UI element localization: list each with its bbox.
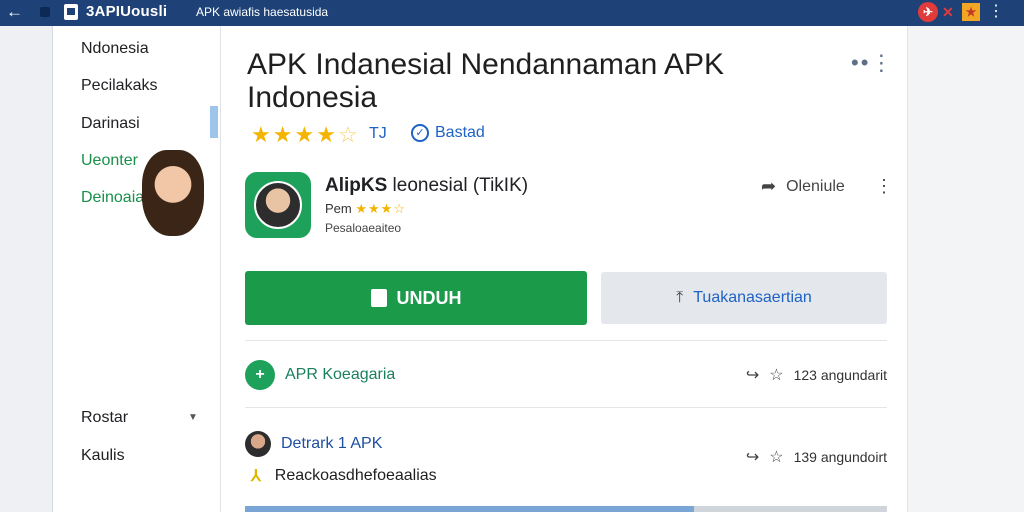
download-icon [370,289,387,307]
star-outline-icon[interactable]: ☆ [769,365,783,385]
close-icon[interactable]: ✕ [942,4,954,21]
share-icon[interactable]: ↪ [746,365,759,385]
progress-bar-fill [245,506,695,512]
star-outline-icon[interactable]: ☆ [769,447,783,467]
install-button[interactable]: UNDUH [245,271,587,325]
list-item-label: APR Koeagaria [285,366,396,383]
app-avatar [254,181,302,229]
secondary-button[interactable]: ⤒ Tuakanasaertian [601,272,887,324]
verified-label: Bastad [435,124,485,141]
page-url: APK awiafis haesatusida [196,5,329,19]
sidebar-item-5[interactable]: Deinoaia [81,189,144,207]
star-outline-icon: ☆ [337,122,360,147]
app-name-rest: leonesial (TikIK) [387,175,529,196]
page-title: APK Indanesial Nendannaman APK Indonesia [247,48,724,114]
share-label: Oleniule [786,177,845,195]
check-circle-icon: ✓ [411,124,429,142]
star-icon: ★ [316,122,338,147]
share-icon[interactable]: ↪ [746,447,759,467]
app-name: AlipKS leonesial (TikIK) [325,175,528,197]
app-detail-panel: APK Indanesial Nendannaman APK Indonesia… [220,26,908,512]
divider [245,407,887,408]
star-icon: ★ [294,122,317,147]
install-label: UNDUH [396,287,462,308]
back-arrow-icon[interactable]: ← [6,2,23,22]
share-button[interactable]: ➦ Oleniule [761,176,845,197]
download-count: 123 angundarit [793,367,887,383]
avatar [245,431,271,457]
developer-name: Pem [325,201,352,216]
right-gutter [908,26,1024,512]
sidebar-item-4[interactable]: Ueonter [81,152,138,170]
app-meta: Pesaloaeaiteo [325,221,402,235]
developer-line: Pem ★★★☆ [325,201,406,217]
sidebar-item-2[interactable]: Pecilakaks [81,77,157,95]
list-item-subtitle: ⅄ Reackoasdhefoeaalias [251,466,437,486]
kebab-menu-icon[interactable]: ⋮ [988,1,1004,21]
sidebar-item-3[interactable]: Darinasi [81,115,140,133]
verified-badge: ✓ Bastad [411,124,485,142]
chevron-down-icon[interactable]: ▼ [188,412,198,423]
list-item-stats: ↪ ☆ 139 angundoirt [746,447,887,467]
subtitle-text: Reackoasdhefoeaalias [274,467,437,484]
divider [245,340,887,341]
scrollbar-indicator[interactable] [210,106,218,138]
upload-icon: ⤒ [676,289,684,306]
secondary-label: Tuakanasaertian [693,289,812,306]
menu-icon[interactable] [40,7,50,17]
rating-badge: TJ [369,125,387,142]
app-icon [245,172,311,238]
list-item[interactable]: + APR Koeagaria ↪ ☆ 123 angundarit [245,355,887,395]
plus-icon: + [245,360,275,390]
list-item[interactable]: Detrark 1 APK ↪ ☆ 139 angundoirt [245,424,887,467]
sidebar-item-7[interactable]: Kaulis [81,447,125,465]
avatar [142,150,204,236]
sidebar-item-1[interactable]: Ndonesia [81,40,149,58]
site-brand: 3APIUousli [86,3,168,20]
sidebar: Ndonesia Pecilakaks Darinasi Ueonter Dei… [52,26,220,512]
app-logo-icon [64,4,78,20]
list-item-stats: ↪ ☆ 123 angundarit [746,365,887,385]
download-count: 139 angundoirt [793,449,887,465]
star-icon: ★ [272,122,295,147]
more-options-icon[interactable]: ••⋮ [851,50,894,76]
browser-topbar: ← 3APIUousli APK awiafis haesatusida ✈ ✕… [0,0,1024,26]
star-icon: ★★★☆ [355,201,406,216]
notification-badge-icon[interactable]: ✈ [918,2,938,22]
progress-bar [245,506,887,512]
star-icon: ★ [251,122,273,147]
sidebar-item-6[interactable]: Rostar [81,409,128,427]
kebab-menu-icon[interactable]: ⋮ [875,176,893,197]
app-name-bold: AlipKS [325,175,388,196]
share-icon: ➦ [761,176,777,196]
key-icon: ⅄ [251,468,261,485]
extension-icon[interactable]: ★ [962,3,980,21]
rating-stars: ★★★★☆ [251,122,360,148]
list-item-label: Detrark 1 APK [281,435,383,452]
